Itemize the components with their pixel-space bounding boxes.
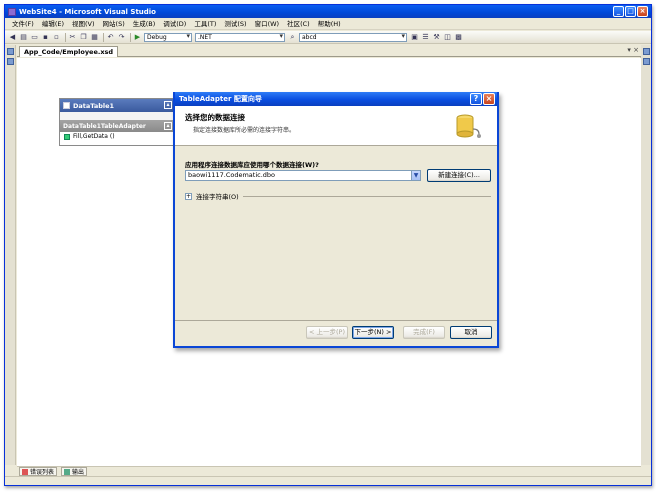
find-icon[interactable]: ⌕ xyxy=(288,33,297,42)
undo-icon[interactable]: ↶ xyxy=(106,33,115,42)
close-tab-icon[interactable]: ▾ × xyxy=(627,46,639,54)
minimize-button[interactable]: _ xyxy=(613,6,624,17)
menu-file[interactable]: 文件(F) xyxy=(8,18,38,30)
back-icon[interactable]: ◀ xyxy=(8,33,17,42)
connection-string-label: 连接字符串(O) xyxy=(196,193,239,201)
platform-combo[interactable]: .NET xyxy=(195,32,285,42)
help-button[interactable]: ? xyxy=(470,93,482,105)
dialog-title: TableAdapter 配置向导 xyxy=(179,95,262,103)
document-tabstrip: App_Code/Employee.xsd ▾ × xyxy=(17,45,641,57)
menu-view[interactable]: 视图(V) xyxy=(68,18,99,30)
server-explorer-tab-icon[interactable] xyxy=(7,58,14,65)
save-icon[interactable]: ▪ xyxy=(41,33,50,42)
right-dock-rail xyxy=(640,45,651,465)
banner-title: 选择您的数据连接 xyxy=(185,113,245,122)
cut-icon[interactable]: ✂ xyxy=(68,33,77,42)
datatable-name: DataTable1 xyxy=(73,101,115,110)
close-button[interactable]: × xyxy=(637,6,648,17)
status-bar xyxy=(5,476,651,485)
toolbox-icon[interactable]: ⚒ xyxy=(432,33,441,42)
start-page-icon[interactable]: ▩ xyxy=(454,33,463,42)
tab-output[interactable]: 输出 xyxy=(61,467,88,476)
toolbox-tab-icon[interactable] xyxy=(7,48,14,55)
menu-edit[interactable]: 编辑(E) xyxy=(38,18,68,30)
connection-string-expander[interactable]: + 连接字符串(O) xyxy=(185,191,491,201)
new-connection-button[interactable]: 新建连接(C)... xyxy=(427,169,491,182)
previous-button[interactable]: < 上一步(P) xyxy=(306,326,348,339)
footer-divider xyxy=(175,320,497,321)
dialog-close-button[interactable]: × xyxy=(483,93,495,105)
toolbar-separator xyxy=(65,32,66,42)
tableadapter-header[interactable]: DataTable1TableAdapter ▴ xyxy=(60,120,174,132)
expand-plus-icon[interactable]: + xyxy=(185,192,192,200)
bottom-tool-tabs: 错误列表 输出 xyxy=(17,466,641,476)
menu-help[interactable]: 帮助(H) xyxy=(314,18,345,30)
error-list-label: 错误列表 xyxy=(30,469,55,476)
database-connection-icon xyxy=(456,114,481,138)
window-titlebar: WebSite4 - Microsoft Visual Studio _ □ × xyxy=(5,5,651,18)
visual-studio-icon xyxy=(8,7,16,16)
toolbar-separator xyxy=(103,32,104,42)
table-icon xyxy=(63,102,70,109)
collapse-icon[interactable]: ▴ xyxy=(164,122,172,130)
tableadapter-wizard-dialog: TableAdapter 配置向导 ? × 选择您的数据连接 指定连接数据库所必… xyxy=(173,92,499,348)
dialog-titlebar: TableAdapter 配置向导 ? × xyxy=(175,92,497,106)
tab-error-list[interactable]: 错误列表 xyxy=(19,467,58,476)
tab-employee-xsd[interactable]: App_Code/Employee.xsd xyxy=(19,46,119,57)
query-method-icon xyxy=(64,134,70,140)
redo-icon[interactable]: ↷ xyxy=(117,33,126,42)
dialog-controls: ? × xyxy=(470,93,495,105)
datatable-shape[interactable]: DataTable1 ▴ DataTable1TableAdapter ▴ Fi… xyxy=(59,98,175,146)
connection-selected-value: baowi1117.Codematic.dbo xyxy=(188,171,275,179)
menu-tools[interactable]: 工具(T) xyxy=(190,18,220,30)
collapse-icon[interactable]: ▴ xyxy=(164,101,172,109)
tableadapter-name: DataTable1TableAdapter xyxy=(63,122,146,130)
window-controls: _ □ × xyxy=(613,6,648,17)
paste-icon[interactable]: ▦ xyxy=(90,33,99,42)
menu-window[interactable]: 窗口(W) xyxy=(251,18,284,30)
left-dock-rail xyxy=(5,45,16,465)
toolbar-separator xyxy=(130,32,131,42)
solution-explorer-tab-icon[interactable] xyxy=(643,48,650,55)
menu-build[interactable]: 生成(B) xyxy=(129,18,160,30)
menu-test[interactable]: 测试(S) xyxy=(220,18,250,30)
connection-dropdown[interactable]: baowi1117.Codematic.dbo ▼ xyxy=(185,170,421,181)
properties-tab-icon[interactable] xyxy=(643,58,650,65)
chevron-down-icon[interactable]: ▼ xyxy=(411,171,420,180)
datatable-header[interactable]: DataTable1 ▴ xyxy=(60,99,174,112)
wizard-banner: 选择您的数据连接 指定连接数据库所必需的连接字符串。 xyxy=(175,106,497,146)
standard-toolbar: ◀ ▤ ▭ ▪ ▫ ✂ ❐ ▦ ↶ ↷ ▶ Debug .NET ⌕ abcd … xyxy=(5,31,651,44)
new-project-icon[interactable]: ▤ xyxy=(19,33,28,42)
menu-bar: 文件(F) 编辑(E) 视图(V) 网站(S) 生成(B) 调试(D) 工具(T… xyxy=(5,18,651,30)
expander-rule xyxy=(242,195,491,197)
find-combo[interactable]: abcd xyxy=(299,32,407,42)
properties-icon[interactable]: ☰ xyxy=(421,33,430,42)
menu-debug[interactable]: 调试(D) xyxy=(159,18,190,30)
connection-question-label: 应用程序连接数据库应使用哪个数据连接(W)? xyxy=(185,161,319,169)
class-view-icon[interactable]: ◫ xyxy=(443,33,452,42)
start-debug-icon[interactable]: ▶ xyxy=(133,33,142,42)
banner-description: 指定连接数据库所必需的连接字符串。 xyxy=(193,127,296,134)
save-all-icon[interactable]: ▫ xyxy=(52,33,61,42)
window-title: WebSite4 - Microsoft Visual Studio xyxy=(19,7,156,16)
output-label: 输出 xyxy=(72,469,85,476)
solution-config-combo[interactable]: Debug xyxy=(144,32,192,42)
cancel-button[interactable]: 取消 xyxy=(450,326,492,339)
finish-button[interactable]: 完成(F) xyxy=(403,326,445,339)
error-list-icon xyxy=(22,468,28,475)
open-icon[interactable]: ▭ xyxy=(30,33,39,42)
menu-community[interactable]: 社区(C) xyxy=(283,18,314,30)
method-label: Fill,GetData () xyxy=(73,133,115,140)
datatable-columns xyxy=(60,112,174,120)
tableadapter-method[interactable]: Fill,GetData () xyxy=(60,132,174,142)
menu-website[interactable]: 网站(S) xyxy=(99,18,129,30)
next-button[interactable]: 下一步(N) > xyxy=(352,326,394,339)
maximize-button[interactable]: □ xyxy=(625,6,636,17)
output-icon xyxy=(64,468,71,475)
solution-explorer-icon[interactable]: ▣ xyxy=(410,33,419,42)
copy-icon[interactable]: ❐ xyxy=(79,33,88,42)
